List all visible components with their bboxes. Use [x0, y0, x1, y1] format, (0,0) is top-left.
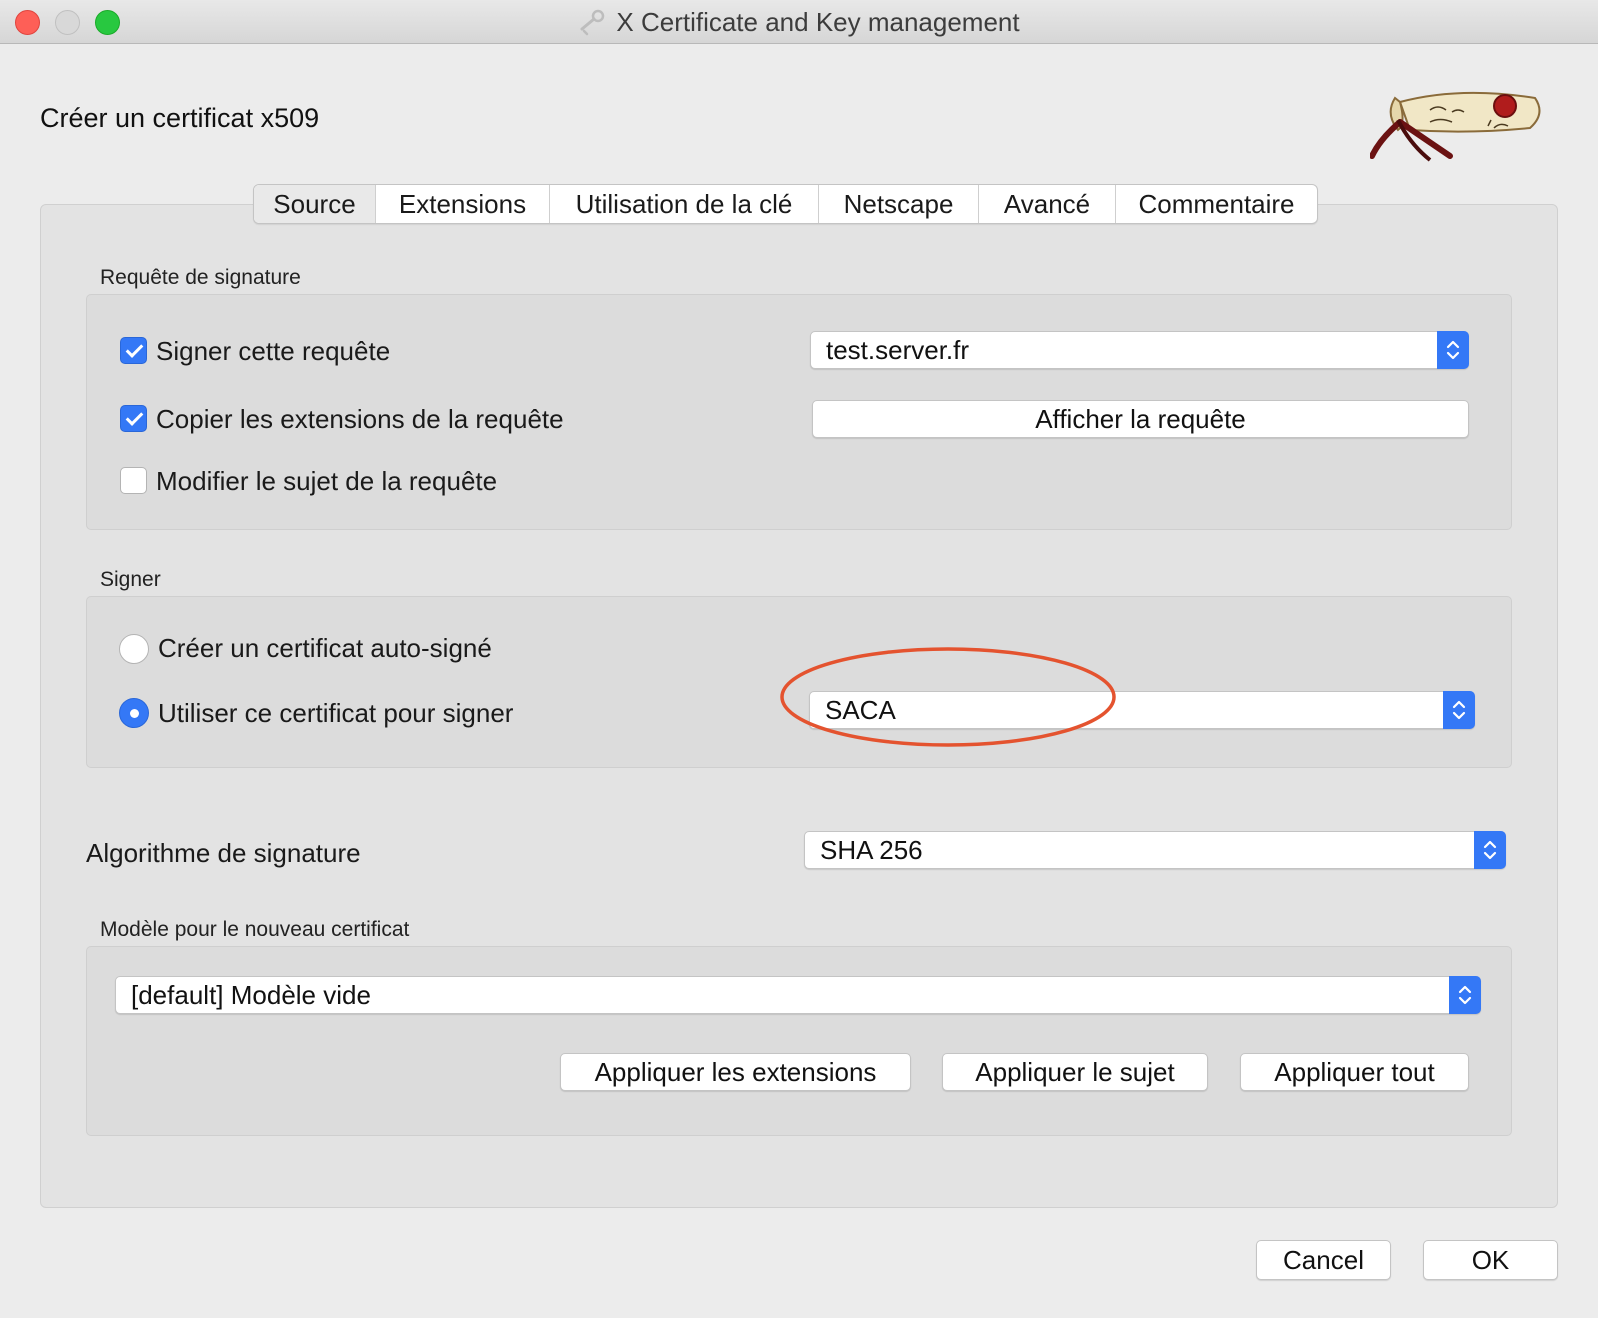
- template-value: [default] Modèle vide: [131, 980, 371, 1010]
- request-select[interactable]: test.server.fr: [810, 331, 1469, 369]
- self-signed-radio[interactable]: [119, 634, 149, 664]
- tab-source[interactable]: Source: [254, 185, 375, 223]
- modify-subject-label[interactable]: Modifier le sujet de la requête: [156, 466, 497, 497]
- tab-netscape[interactable]: Netscape: [818, 185, 978, 223]
- chevron-updown-icon: [1474, 831, 1506, 869]
- algorithm-select[interactable]: SHA 256: [804, 831, 1506, 869]
- sign-group-label: Signer: [100, 568, 161, 591]
- tab-comment[interactable]: Commentaire: [1115, 185, 1317, 223]
- use-cert-label[interactable]: Utiliser ce certificat pour signer: [158, 698, 513, 729]
- copy-extensions-checkbox[interactable]: [120, 405, 147, 432]
- chevron-updown-icon: [1443, 691, 1475, 729]
- sign-request-label[interactable]: Signer cette requête: [156, 336, 390, 367]
- apply-extensions-button[interactable]: Appliquer les extensions: [560, 1053, 911, 1091]
- title-bar: X Certificate and Key management: [0, 0, 1598, 44]
- template-group-label: Modèle pour le nouveau certificat: [100, 918, 410, 941]
- algorithm-value: SHA 256: [820, 835, 923, 865]
- modify-subject-checkbox[interactable]: [120, 467, 147, 494]
- apply-all-button[interactable]: Appliquer tout: [1240, 1053, 1469, 1091]
- copy-extensions-label[interactable]: Copier les extensions de la requête: [156, 404, 564, 435]
- dialog-heading: Créer un certificat x509: [40, 103, 320, 133]
- ca-certificate-value: SACA: [825, 695, 896, 725]
- template-select[interactable]: [default] Modèle vide: [115, 976, 1481, 1014]
- ca-certificate-select[interactable]: SACA: [809, 691, 1475, 729]
- sign-request-checkbox[interactable]: [120, 337, 147, 364]
- window-title: X Certificate and Key management: [616, 6, 1020, 37]
- chevron-updown-icon: [1437, 331, 1469, 369]
- scroll-logo: [1370, 91, 1541, 162]
- xca-icon: [580, 9, 605, 36]
- certificate-dialog-window: X Certificate and Key management Créer u…: [0, 0, 1598, 1318]
- algorithm-label: Algorithme de signature: [86, 838, 361, 868]
- self-signed-label[interactable]: Créer un certificat auto-signé: [158, 633, 492, 664]
- show-request-button[interactable]: Afficher la requête: [812, 400, 1469, 438]
- tab-extensions[interactable]: Extensions: [375, 185, 549, 223]
- chevron-updown-icon: [1449, 976, 1481, 1014]
- ok-button[interactable]: OK: [1423, 1240, 1558, 1280]
- apply-subject-button[interactable]: Appliquer le sujet: [942, 1053, 1208, 1091]
- sign-group: [86, 596, 1512, 768]
- window-title-area: X Certificate and Key management: [0, 0, 1598, 44]
- tab-bar: Source Extensions Utilisation de la clé …: [253, 184, 1318, 224]
- cancel-button[interactable]: Cancel: [1256, 1240, 1391, 1280]
- request-group-label: Requête de signature: [100, 266, 301, 289]
- template-group: [86, 946, 1512, 1136]
- tab-key-usage[interactable]: Utilisation de la clé: [549, 185, 818, 223]
- request-select-value: test.server.fr: [826, 335, 970, 365]
- tab-advanced[interactable]: Avancé: [978, 185, 1115, 223]
- use-cert-radio[interactable]: [119, 698, 149, 728]
